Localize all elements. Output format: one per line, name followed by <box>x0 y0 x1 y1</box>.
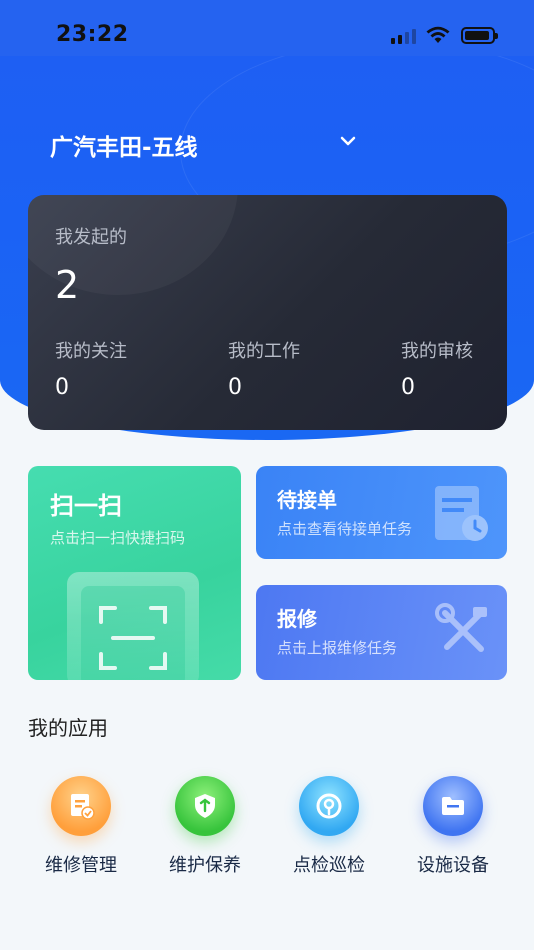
app-maintenance-management[interactable]: 维修管理 <box>26 776 136 877</box>
scan-subtitle: 点击扫一扫快捷扫码 <box>50 529 186 547</box>
status-bar: 23:22 <box>0 0 534 56</box>
follow-label: 我的关注 <box>55 341 127 362</box>
work-label: 我的工作 <box>228 341 300 362</box>
chevron-down-icon[interactable] <box>338 134 358 148</box>
app-label: 设施设备 <box>417 855 489 876</box>
app-label: 点检巡检 <box>293 855 365 876</box>
pending-order-icon <box>435 486 488 541</box>
signal-icon <box>391 27 416 44</box>
repair-title: 报修 <box>277 607 317 631</box>
wifi-icon <box>426 26 450 43</box>
inspection-icon <box>299 776 359 836</box>
pending-orders-card[interactable]: 待接单 点击查看待接单任务 <box>256 466 507 559</box>
repair-report-card[interactable]: 报修 点击上报维修任务 <box>256 585 507 680</box>
review-label: 我的审核 <box>401 341 473 362</box>
scan-title: 扫一扫 <box>50 492 122 520</box>
repair-subtitle: 点击上报维修任务 <box>277 639 398 657</box>
status-time: 23:22 <box>56 22 129 47</box>
my-apps-title: 我的应用 <box>28 716 108 740</box>
battery-icon <box>461 27 498 44</box>
follow-count[interactable]: 0 <box>55 375 69 400</box>
pending-title: 待接单 <box>277 488 337 512</box>
equipment-folder-icon <box>423 776 483 836</box>
stats-card: 我发起的 2 我的关注 0 我的工作 0 我的审核 0 <box>28 195 507 430</box>
review-count[interactable]: 0 <box>401 375 415 400</box>
initiated-label: 我发起的 <box>55 227 127 248</box>
app-maintenance-care[interactable]: 维护保养 <box>150 776 260 877</box>
tools-icon <box>435 603 487 652</box>
scan-icon <box>67 572 199 680</box>
work-count[interactable]: 0 <box>228 375 242 400</box>
initiated-count[interactable]: 2 <box>55 263 79 307</box>
scan-card[interactable]: 扫一扫 点击扫一扫快捷扫码 <box>28 466 241 680</box>
app-inspection[interactable]: 点检巡检 <box>274 776 384 877</box>
maintenance-doc-icon <box>51 776 111 836</box>
plant-selector[interactable]: 广汽丰田-五线 <box>50 128 198 162</box>
app-label: 维护保养 <box>169 855 241 876</box>
app-equipment[interactable]: 设施设备 <box>398 776 508 877</box>
pending-subtitle: 点击查看待接单任务 <box>277 520 413 538</box>
care-wrench-icon <box>175 776 235 836</box>
app-label: 维修管理 <box>45 855 117 876</box>
